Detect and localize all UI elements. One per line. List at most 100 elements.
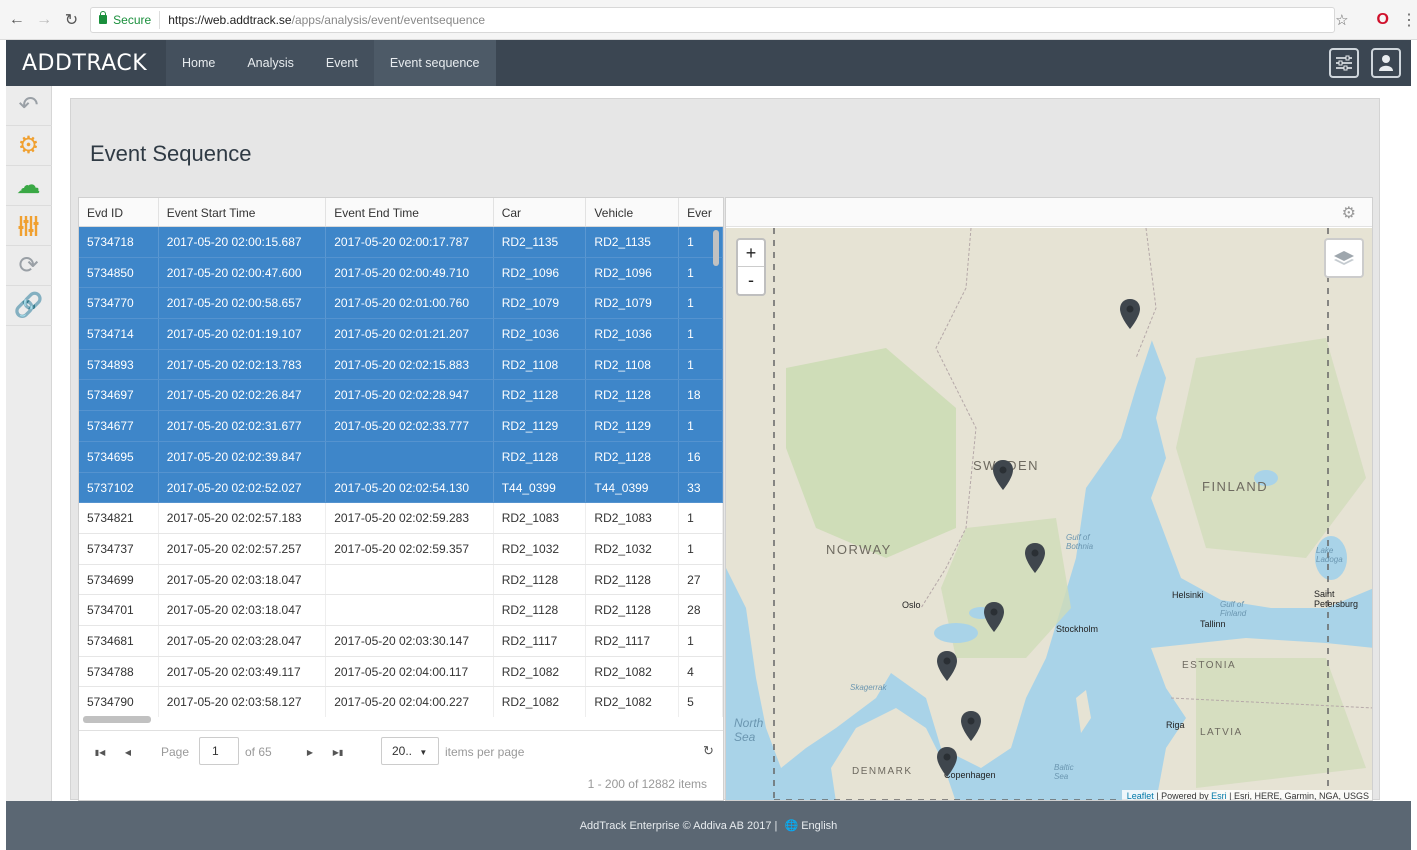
chevron-down-icon: ▼ <box>419 748 428 757</box>
cell-car: RD2_1096 <box>494 257 587 288</box>
back-icon[interactable]: ← <box>6 9 27 31</box>
url-text[interactable]: https://web.addtrack.se/apps/analysis/ev… <box>160 13 485 27</box>
cell-car: RD2_1083 <box>494 503 587 533</box>
page-input[interactable]: 1 <box>199 737 239 765</box>
table-row[interactable]: 5734695 2017-05-20 02:02:39.847 RD2_1128 RD… <box>79 441 723 473</box>
label-norway: NORWAY <box>826 542 892 557</box>
cell-vehicle: RD2_1135 <box>586 227 680 257</box>
col-header-car[interactable]: Car <box>494 198 587 226</box>
scroll-thumb[interactable] <box>713 230 719 266</box>
header-actions <box>1329 48 1411 78</box>
cell-evd-id: 5734677 <box>79 411 159 441</box>
prev-page-icon[interactable]: ◀ <box>117 741 139 763</box>
table-row[interactable]: 5734821 2017-05-20 02:02:57.183 2017-05-20… <box>79 503 723 534</box>
undo-icon[interactable]: ↶ <box>5 86 52 126</box>
table-row[interactable]: 5734714 2017-05-20 02:01:19.107 2017-05-20… <box>79 319 723 350</box>
table-row[interactable]: 5734737 2017-05-20 02:02:57.257 2017-05-20… <box>79 533 723 565</box>
page-count: of 65 <box>245 745 272 759</box>
zoom-in-button[interactable]: + <box>738 240 764 267</box>
cell-evd-id: 5737102 <box>79 472 159 503</box>
nav-home[interactable]: Home <box>166 40 231 86</box>
scroll-thumb[interactable] <box>83 716 151 723</box>
cell-end-time: 2017-05-20 02:02:59.357 <box>326 533 494 564</box>
first-page-icon[interactable]: ▮◀ <box>89 741 111 763</box>
forward-icon[interactable]: → <box>33 9 54 31</box>
nav-event[interactable]: Event <box>310 40 374 86</box>
map[interactable]: SWEDEN FINLAND NORWAY ESTONIA LATVIA DEN… <box>726 228 1372 800</box>
cell-end-time <box>326 441 494 472</box>
footer: AddTrack Enterprise © Addiva AB 2017 | 🌐… <box>6 801 1411 850</box>
browser-menu-icon[interactable]: ⋮ <box>1401 10 1417 30</box>
refresh-circle-icon[interactable]: ⟳ <box>5 246 52 286</box>
cell-car: RD2_1082 <box>494 656 587 687</box>
zoom-out-button[interactable]: - <box>738 267 764 294</box>
esri-link[interactable]: Esri <box>1211 791 1227 800</box>
pager-info: 1 - 200 of 12882 items <box>587 777 707 791</box>
table-row[interactable]: 5734699 2017-05-20 02:03:18.047 RD2_1128 RD… <box>79 564 723 596</box>
table-row[interactable]: 5734790 2017-05-20 02:03:58.127 2017-05-20… <box>79 687 723 717</box>
user-icon[interactable] <box>1371 48 1401 78</box>
leaflet-link[interactable]: Leaflet <box>1127 791 1154 800</box>
map-marker-pin[interactable] <box>936 650 958 682</box>
table-row[interactable]: 5734893 2017-05-20 02:02:13.783 2017-05-20… <box>79 349 723 381</box>
map-marker-pin[interactable] <box>1024 542 1046 574</box>
table-row[interactable]: 5734718 2017-05-20 02:00:15.687 2017-05-20… <box>79 227 723 258</box>
col-header-event[interactable]: Ever <box>679 198 723 226</box>
table-row[interactable]: 5734770 2017-05-20 02:00:58.657 2017-05-20… <box>79 288 723 320</box>
opera-icon[interactable]: O <box>1377 11 1389 29</box>
col-header-end-time[interactable]: Event End Time <box>326 198 494 226</box>
cell-evd-id: 5734695 <box>79 441 159 472</box>
cell-vehicle: T44_0399 <box>586 472 680 503</box>
link-icon[interactable]: 🔗 <box>5 286 52 326</box>
map-marker-pin[interactable] <box>936 746 958 778</box>
page-size-select[interactable]: 20.. ▼ <box>381 737 439 765</box>
table-row[interactable]: 5734788 2017-05-20 02:03:49.117 2017-05-20… <box>79 656 723 688</box>
gear-icon[interactable]: ⚙ <box>5 126 52 166</box>
map-attribution: Leaflet | Powered by Esri | Esri, HERE, … <box>1121 790 1372 800</box>
cell-end-time: 2017-05-20 02:02:54.130 <box>326 472 494 503</box>
refresh-icon[interactable]: ↻ <box>703 743 714 759</box>
table-row[interactable]: 5734701 2017-05-20 02:03:18.047 RD2_1128 RD… <box>79 595 723 626</box>
gear-icon[interactable]: ⚙ <box>1342 203 1356 223</box>
table-row[interactable]: 5734850 2017-05-20 02:00:47.600 2017-05-20… <box>79 257 723 289</box>
cell-vehicle: RD2_1128 <box>586 564 680 595</box>
col-header-start-time[interactable]: Event Start Time <box>159 198 327 226</box>
cell-start-time: 2017-05-20 02:02:52.027 <box>159 472 327 503</box>
cell-end-time: 2017-05-20 02:02:33.777 <box>326 411 494 441</box>
map-marker-pin[interactable] <box>983 601 1005 633</box>
cell-car: RD2_1032 <box>494 533 587 564</box>
addtrack-logo[interactable]: ADDTRACK <box>6 51 166 76</box>
map-marker-pin[interactable] <box>960 710 982 742</box>
cloud-upload-icon[interactable]: ☁ <box>5 166 52 206</box>
table-row[interactable]: 5734697 2017-05-20 02:02:26.847 2017-05-20… <box>79 380 723 412</box>
nav-analysis[interactable]: Analysis <box>231 40 310 86</box>
reload-icon[interactable]: ↻ <box>61 9 82 31</box>
vertical-scrollbar[interactable] <box>713 228 721 698</box>
map-marker-pin[interactable] <box>992 459 1014 491</box>
table-row[interactable]: 5734681 2017-05-20 02:03:28.047 2017-05-20… <box>79 625 723 657</box>
nav-event-sequence[interactable]: Event sequence <box>373 40 496 86</box>
language-selector[interactable]: 🌐 English <box>781 819 837 832</box>
filter-sliders-icon[interactable] <box>5 206 52 246</box>
next-page-icon[interactable]: ▶ <box>299 741 321 763</box>
content-panel: Event Sequence Evd ID Event Start Time E… <box>70 98 1380 801</box>
label-riga: Riga <box>1166 720 1185 730</box>
label-latvia: LATVIA <box>1200 727 1243 738</box>
horizontal-scrollbar[interactable] <box>79 716 723 726</box>
map-marker-pin[interactable] <box>1119 298 1141 330</box>
cell-car: RD2_1128 <box>494 595 587 625</box>
cell-car: T44_0399 <box>494 472 587 503</box>
cell-end-time <box>326 595 494 625</box>
bookmark-star-icon[interactable]: ☆ <box>1335 11 1348 29</box>
layers-button[interactable] <box>1324 238 1364 278</box>
table-row[interactable]: 5737102 2017-05-20 02:02:52.027 2017-05-20… <box>79 472 723 504</box>
last-page-icon[interactable]: ▶▮ <box>327 741 349 763</box>
browser-toolbar: ← → ↻ Secure https://web.addtrack.se/app… <box>0 0 1417 40</box>
table-row[interactable]: 5734677 2017-05-20 02:02:31.677 2017-05-20… <box>79 411 723 442</box>
col-header-vehicle[interactable]: Vehicle <box>586 198 680 226</box>
cell-end-time: 2017-05-20 02:02:15.883 <box>326 349 494 380</box>
address-bar[interactable]: Secure https://web.addtrack.se/apps/anal… <box>90 6 1336 33</box>
col-header-evd-id[interactable]: Evd ID <box>79 198 159 226</box>
secure-indicator[interactable]: Secure <box>91 10 161 29</box>
settings-sliders-icon[interactable] <box>1329 48 1359 78</box>
